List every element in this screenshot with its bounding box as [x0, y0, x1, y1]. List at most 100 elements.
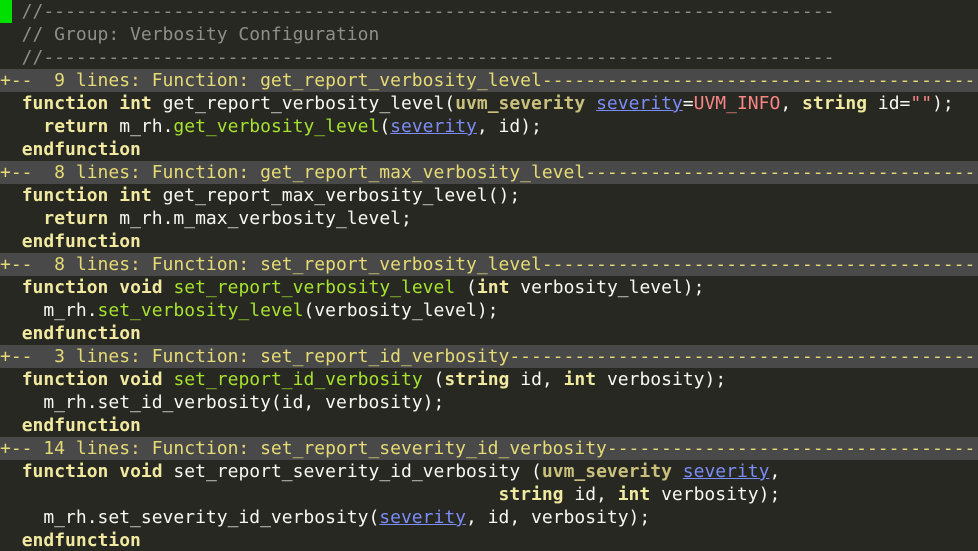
code-token: set_report_severity_id_verbosity (: [162, 461, 542, 482]
fold-marker-line[interactable]: +-- 8 lines: Function: set_report_verbos…: [0, 253, 978, 276]
code-token: set_report_id_verbosity: [173, 369, 423, 390]
code-token: +-- 8 lines: Function: set_report_verbos…: [0, 254, 978, 275]
code-token: verbosity_level);: [509, 277, 705, 298]
code-token: return: [43, 116, 109, 137]
code-token: verbosity);: [596, 369, 727, 390]
code-token: int: [563, 369, 597, 390]
code-token: get_verbosity_level: [173, 116, 380, 137]
code-token: id,: [509, 369, 564, 390]
comment-line: //--------------------------------------…: [0, 46, 978, 69]
code-token: return: [43, 208, 109, 229]
code-token: severity: [390, 116, 477, 137]
code-token: function: [21, 461, 109, 482]
comment-line: // Group: Verbosity Configuration: [0, 23, 978, 46]
code-line: endfunction: [0, 230, 978, 253]
code-token: function: [21, 369, 109, 390]
code-token: endfunction: [21, 139, 141, 160]
code-token: m_rh.set_id_verbosity(id, verbosity);: [0, 392, 445, 413]
code-token: endfunction: [21, 530, 141, 551]
code-line: endfunction: [0, 414, 978, 437]
code-token: void: [119, 461, 163, 482]
code-token: endfunction: [21, 231, 141, 252]
code-line: return m_rh.m_max_verbosity_level;: [0, 207, 978, 230]
code-token: void: [119, 277, 163, 298]
code-line: endfunction: [0, 138, 978, 161]
code-token: (: [379, 116, 391, 137]
code-line: m_rh.set_id_verbosity(id, verbosity);: [0, 391, 978, 414]
code-token: (: [422, 369, 445, 390]
code-token: UVM_INFO: [693, 93, 781, 114]
fold-marker-line[interactable]: +-- 14 lines: Function: set_report_sever…: [0, 437, 978, 460]
code-token: int: [119, 185, 152, 206]
code-token: get_report_verbosity_level(: [151, 93, 456, 114]
code-token: severity: [682, 461, 770, 482]
code-line: string id, int verbosity);: [0, 483, 978, 506]
code-token: function: [21, 185, 109, 206]
code-editor[interactable]: //--------------------------------------…: [0, 0, 978, 551]
fold-marker-line[interactable]: +-- 3 lines: Function: set_report_id_ver…: [0, 345, 978, 368]
code-line: function int get_report_max_verbosity_le…: [0, 184, 978, 207]
fold-marker-line[interactable]: +-- 8 lines: Function: get_report_max_ve…: [0, 161, 978, 184]
code-token: severity: [596, 93, 683, 114]
code-token: set_verbosity_level: [97, 300, 304, 321]
code-token: +-- 9 lines: Function: get_report_verbos…: [0, 70, 978, 91]
fold-marker-line[interactable]: +-- 9 lines: Function: get_report_verbos…: [0, 69, 978, 92]
code-token: string: [802, 93, 868, 114]
code-token: (verbosity_level);: [303, 300, 499, 321]
code-token: id,: [563, 484, 618, 505]
text-cursor: [0, 0, 12, 23]
code-token: +-- 8 lines: Function: get_report_max_ve…: [0, 162, 978, 183]
code-token: //--------------------------------------…: [0, 1, 835, 22]
code-token: (: [455, 277, 477, 298]
code-line: endfunction: [0, 322, 978, 345]
code-line: function int get_report_verbosity_level(…: [0, 92, 978, 115]
code-token: "": [910, 93, 933, 114]
code-token: m_rh.set_severity_id_verbosity(: [0, 507, 380, 528]
code-token: //--------------------------------------…: [0, 47, 835, 68]
code-token: uvm_severity: [455, 93, 586, 114]
code-token: int: [476, 277, 510, 298]
code-token: +-- 14 lines: Function: set_report_sever…: [0, 438, 978, 459]
code-token: int: [119, 93, 152, 114]
code-line: function void set_report_severity_id_ver…: [0, 460, 978, 483]
code-token: endfunction: [21, 415, 141, 436]
code-token: string: [444, 369, 510, 390]
code-line: function void set_report_verbosity_level…: [0, 276, 978, 299]
code-token: ,: [780, 93, 803, 114]
code-token: uvm_severity: [541, 461, 672, 482]
code-token: string: [498, 484, 564, 505]
code-token: get_report_max_verbosity_level();: [151, 185, 521, 206]
code-line: m_rh.set_severity_id_verbosity(severity,…: [0, 506, 978, 529]
code-token: , id);: [476, 116, 542, 137]
code-line: m_rh.set_verbosity_level(verbosity_level…: [0, 299, 978, 322]
code-token: =: [682, 93, 694, 114]
code-token: +-- 3 lines: Function: set_report_id_ver…: [0, 346, 978, 367]
code-token: endfunction: [21, 323, 141, 344]
code-token: function: [21, 93, 109, 114]
code-token: m_rh.m_max_verbosity_level;: [108, 208, 412, 229]
code-token: severity: [379, 507, 466, 528]
code-token: m_rh.: [108, 116, 174, 137]
code-token: void: [119, 369, 163, 390]
comment-line: //--------------------------------------…: [0, 0, 978, 23]
code-line: endfunction: [0, 529, 978, 551]
code-token: int: [617, 484, 651, 505]
